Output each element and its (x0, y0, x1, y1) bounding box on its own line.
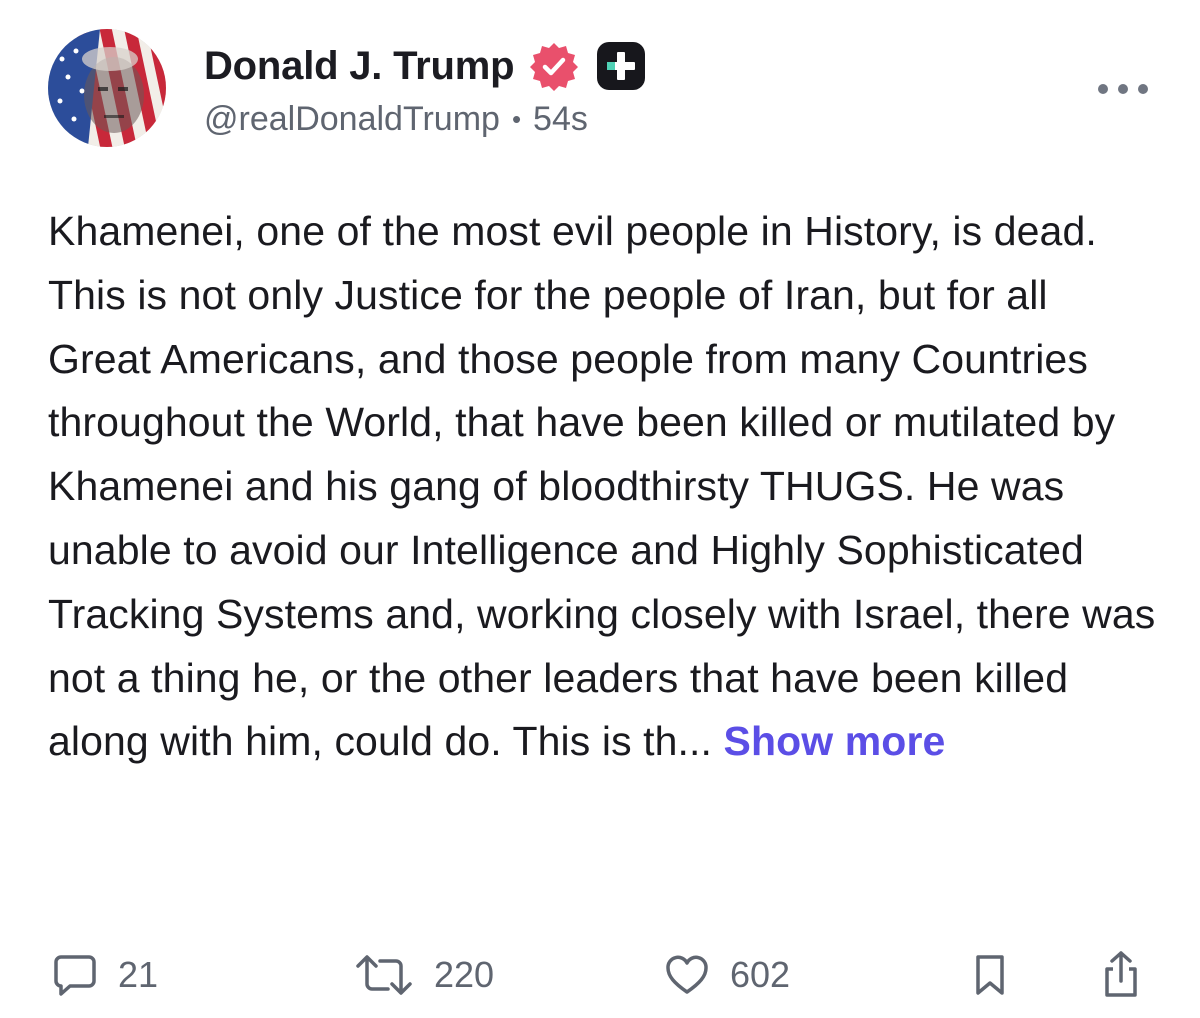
display-name[interactable]: Donald J. Trump (204, 44, 515, 89)
separator-dot: • (511, 104, 522, 134)
more-dot-icon (1138, 84, 1148, 94)
post-card: Donald J. Trump @realDonaldTrump • 54s K… (0, 0, 1200, 1018)
show-more-link[interactable]: Show more (724, 718, 946, 764)
share-icon (1105, 951, 1137, 997)
avatar-image (48, 29, 166, 147)
repost-button[interactable]: 220 (354, 940, 494, 1010)
share-button[interactable] (1098, 940, 1144, 1010)
more-dot-icon (1098, 84, 1108, 94)
more-dot-icon (1118, 84, 1128, 94)
handle-row: @realDonaldTrump • 54s (204, 100, 588, 139)
comment-icon (54, 955, 96, 996)
author-name-row: Donald J. Trump (204, 38, 648, 94)
bookmark-button[interactable] (972, 940, 1008, 1010)
bookmark-icon (976, 955, 1004, 995)
author-handle[interactable]: @realDonaldTrump (204, 100, 500, 139)
plus-badge-icon (594, 39, 648, 93)
post-text: Khamenei, one of the most evil people in… (48, 208, 1156, 765)
post-timestamp[interactable]: 54s (533, 100, 588, 139)
reply-button[interactable]: 21 (52, 940, 158, 1010)
reply-count: 21 (118, 954, 159, 995)
repost-icon (356, 955, 412, 995)
post-body: Khamenei, one of the most evil people in… (48, 200, 1158, 774)
more-options-button[interactable] (1098, 74, 1148, 104)
verified-badge-icon (526, 38, 582, 94)
like-button[interactable]: 602 (664, 940, 790, 1010)
repost-count: 220 (434, 954, 495, 995)
avatar[interactable] (48, 29, 166, 147)
like-count: 602 (730, 954, 791, 995)
heart-icon (666, 955, 708, 994)
action-bar: 21 220 602 (0, 940, 1200, 1010)
